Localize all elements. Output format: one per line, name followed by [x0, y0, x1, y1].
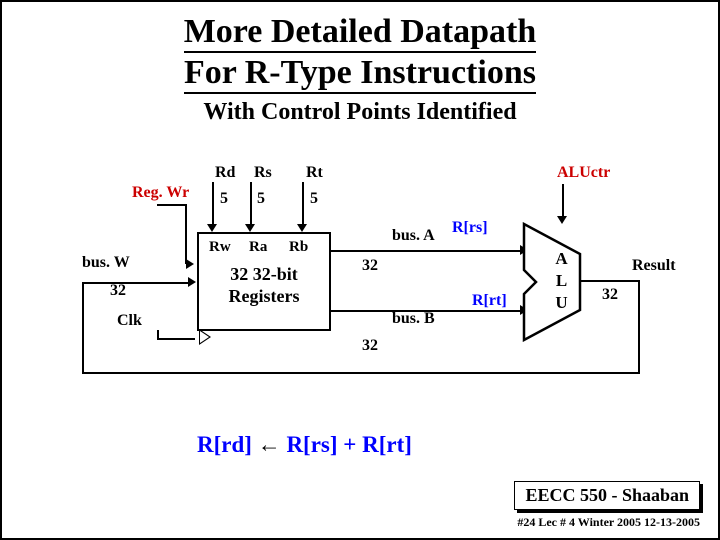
label-busb: bus. B: [392, 310, 435, 328]
title-line-2: For R-Type Instructions: [184, 53, 536, 94]
port-rb: Rb: [289, 239, 308, 256]
title-line-1: More Detailed Datapath: [184, 12, 537, 53]
label-5-rd: 5: [220, 190, 228, 208]
eq-rhs: R[rs] + R[rt]: [286, 432, 412, 457]
course-footer: EECC 550 - Shaaban: [514, 481, 700, 510]
label-rd: Rd: [215, 164, 235, 182]
label-busw: bus. W: [82, 254, 130, 272]
register-file: Rw Ra Rb 32 32-bit Registers: [197, 232, 331, 331]
label-r-rt: R[rt]: [472, 292, 507, 310]
slide-title: More Detailed Datapath For R-Type Instru…: [2, 12, 718, 94]
alu-label: ALU: [551, 249, 571, 315]
label-32-busw: 32: [110, 282, 126, 300]
label-regwr: Reg. Wr: [132, 184, 189, 202]
label-32-busa: 32: [362, 257, 378, 275]
page-footer: #24 Lec # 4 Winter 2005 12-13-2005: [517, 515, 700, 530]
label-5-rs: 5: [257, 190, 265, 208]
label-result: Result: [632, 257, 676, 275]
label-r-rs: R[rs]: [452, 219, 488, 237]
slide-subtitle: With Control Points Identified: [2, 99, 718, 126]
datapath-diagram: Rd Rs Rt Reg. Wr 5 5 5 Rw Ra Rb 32 32-bi…: [2, 152, 720, 472]
left-arrow-icon: ←: [258, 432, 281, 457]
label-5-rt: 5: [310, 190, 318, 208]
regfile-text: 32 32-bit Registers: [199, 264, 329, 307]
port-ra: Ra: [249, 239, 267, 256]
eq-lhs: R[rd]: [197, 432, 252, 457]
slide: More Detailed Datapath For R-Type Instru…: [0, 0, 720, 540]
label-clk: Clk: [117, 312, 142, 330]
label-busa: bus. A: [392, 227, 435, 245]
label-32-result: 32: [602, 286, 618, 304]
label-aluctr: ALUctr: [557, 164, 610, 182]
port-rw: Rw: [209, 239, 231, 256]
label-rt: Rt: [306, 164, 323, 182]
clock-triangle-icon: [199, 329, 211, 345]
datapath-equation: R[rd] ← R[rs] + R[rt]: [197, 432, 412, 458]
label-rs: Rs: [254, 164, 272, 182]
label-32-busb: 32: [362, 337, 378, 355]
